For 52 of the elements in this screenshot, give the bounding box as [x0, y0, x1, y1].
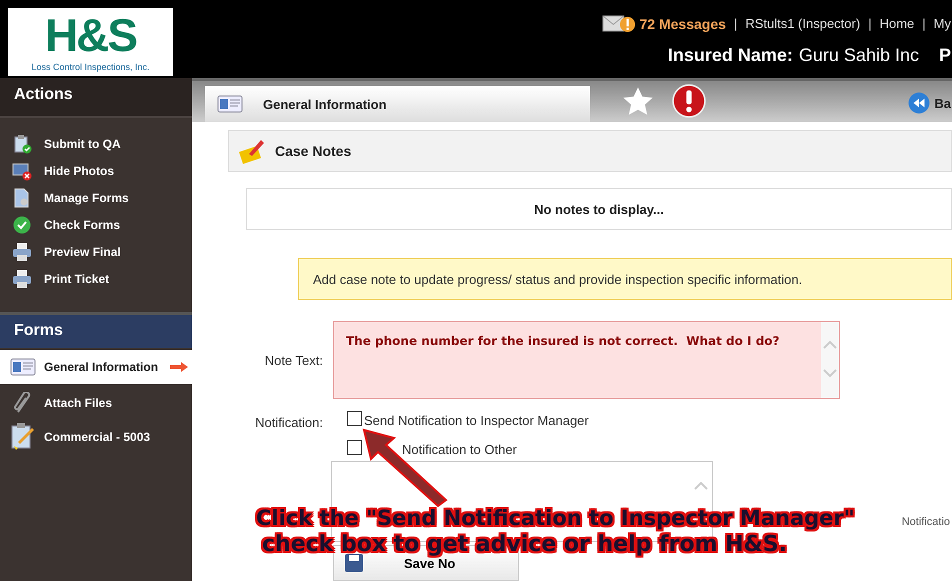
separator: |	[868, 16, 872, 31]
section-title: Actions	[0, 78, 192, 118]
action-item[interactable]: Hide Photos	[12, 161, 192, 180]
monitor-x-icon	[12, 160, 32, 180]
tab[interactable]: General Information	[205, 86, 590, 122]
insured-name: Guru Sahib Inc	[798, 45, 919, 66]
form-item[interactable]: General Information	[0, 350, 192, 384]
id-card-icon	[217, 93, 243, 115]
id-card-icon	[10, 356, 36, 378]
field-label: Note Text:	[264, 352, 323, 368]
action-item[interactable]: Print Ticket	[12, 269, 192, 288]
separator: |	[922, 16, 926, 31]
action-item[interactable]: Check Forms	[12, 215, 192, 234]
nav-link[interactable]: RStults1 (Inspector)	[745, 16, 860, 31]
action-item[interactable]: Manage Forms	[12, 188, 192, 207]
note-field[interactable]: The phone number for the insured is not correct. What do I do?	[333, 321, 840, 399]
clipboard-check-icon	[12, 134, 32, 154]
logo-subtitle: Loss Control Inspections, Inc.	[31, 62, 150, 72]
scrollbar	[694, 482, 708, 490]
form-item[interactable]: Commercial - 5003	[0, 420, 192, 454]
printer-icon	[12, 268, 32, 288]
checkbox[interactable]	[347, 411, 362, 426]
empty-notes-message: No notes to display...	[246, 188, 952, 230]
action-item[interactable]: Preview Final	[12, 242, 192, 261]
notification-checkbox[interactable]: Send Notification to Inspector Manager	[347, 413, 589, 428]
insured-label: Insured Name:	[668, 45, 793, 66]
back-button[interactable]: Ba	[908, 92, 951, 114]
floppy-icon	[344, 553, 364, 573]
clipboard-pencil-icon	[10, 422, 36, 452]
checkbox[interactable]	[347, 440, 362, 455]
section-header: Case Notes	[228, 130, 952, 172]
alert-icon[interactable]	[672, 84, 706, 118]
notepad-pencil-icon	[237, 138, 265, 164]
rewind-icon	[908, 92, 930, 114]
separator: |	[734, 16, 738, 31]
info-banner: Add case note to update progress/ status and provide inspection specific information.	[298, 258, 952, 300]
mail-alert-icon[interactable]	[602, 14, 636, 33]
notification-checkbox[interactable]: Notification to Other	[347, 442, 589, 457]
header-label: P	[938, 45, 951, 66]
printer-icon	[12, 242, 32, 262]
nav-link[interactable]: Home	[880, 16, 914, 31]
form-item[interactable]: Attach Files	[0, 386, 192, 420]
arrow-icon	[170, 362, 188, 372]
logo-mark: H&S	[44, 10, 136, 60]
section-title: Forms	[0, 312, 192, 348]
nav-link[interactable]: My	[934, 16, 951, 31]
field-label: Notification:	[254, 414, 323, 432]
callout-text: Click the "Send Notification to Inspector Manager"	[256, 506, 855, 530]
action-item[interactable]: Submit to QA	[12, 134, 192, 153]
check-circle-icon	[12, 214, 32, 234]
messages-link[interactable]: 72 Messages	[640, 16, 726, 32]
field-hint: Notificatio	[902, 516, 950, 528]
